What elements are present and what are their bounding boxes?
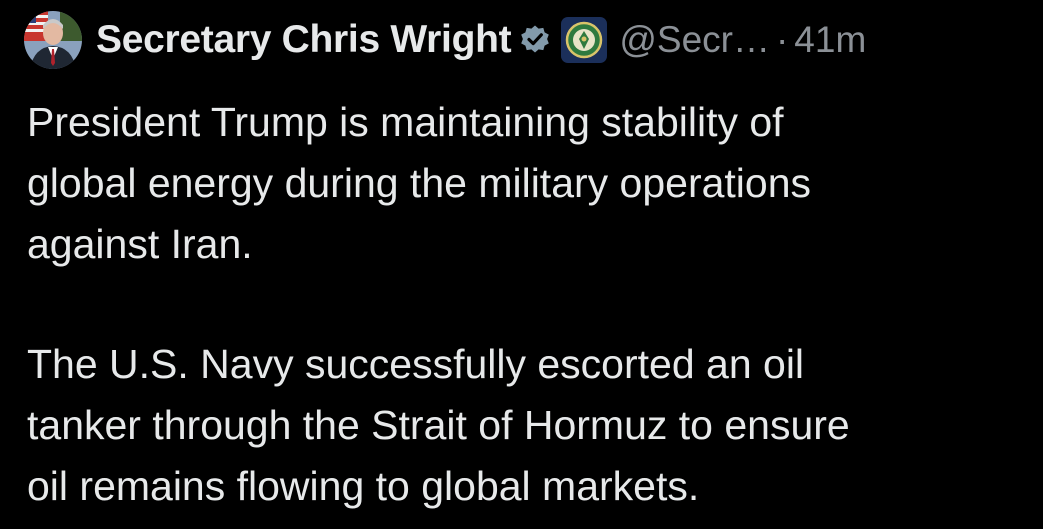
author-handle[interactable]: @Secr…	[619, 19, 770, 61]
tweet-timestamp[interactable]: 41m	[794, 19, 866, 61]
tweet-paragraph-1: President Trump is maintaining stability…	[27, 99, 812, 267]
header-separator: ·	[775, 19, 789, 60]
author-display-name[interactable]: Secretary Chris Wright	[96, 18, 512, 62]
tweet-text: President Trump is maintaining stability…	[27, 92, 1027, 517]
tweet-paragraph-2: The U.S. Navy successfully escorted an o…	[27, 341, 850, 509]
tweet-header: Secretary Chris Wright @Secr… · 41m	[24, 10, 866, 70]
avatar[interactable]	[24, 11, 82, 69]
department-of-energy-seal-icon[interactable]	[561, 17, 608, 63]
person-avatar-icon	[24, 11, 82, 69]
verified-badge-icon	[519, 24, 551, 56]
tweet[interactable]: Secretary Chris Wright @Secr… · 41m Pres…	[0, 0, 1043, 529]
